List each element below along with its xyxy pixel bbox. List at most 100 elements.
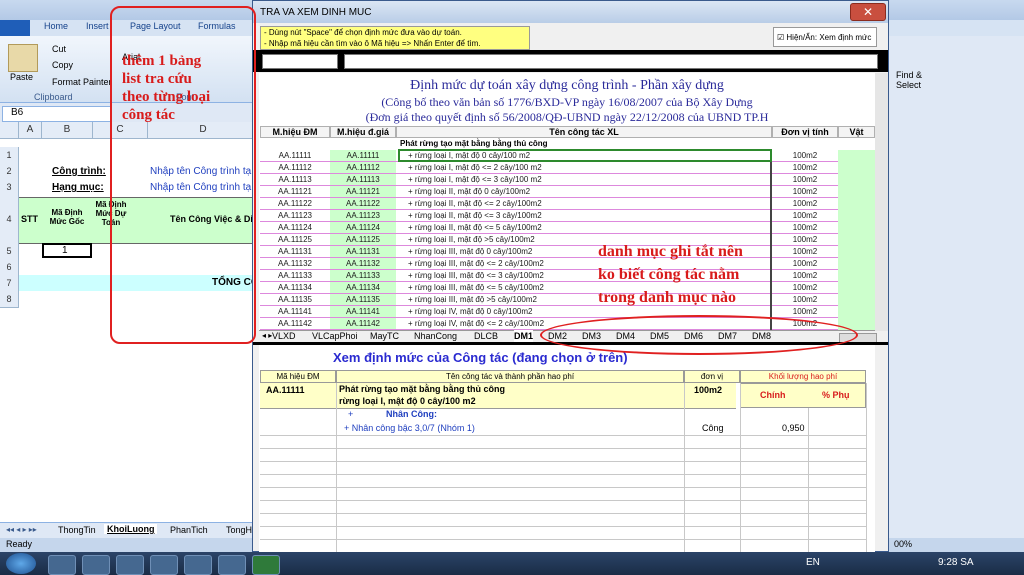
row-price-code[interactable]: AA.11122 bbox=[330, 198, 396, 210]
code-search-input[interactable] bbox=[262, 54, 338, 69]
row-name[interactable]: + rừng loại II, mật độ <= 2 cây/100m2 bbox=[396, 198, 772, 210]
row-code[interactable]: AA.11122 bbox=[260, 198, 330, 210]
skype-icon[interactable] bbox=[150, 555, 178, 575]
row-price-code[interactable]: AA.11142 bbox=[330, 318, 396, 330]
sheet-tab-phantich[interactable]: PhanTich bbox=[170, 525, 208, 535]
row-price-code[interactable]: AA.11121 bbox=[330, 186, 396, 198]
row-code[interactable]: AA.11124 bbox=[260, 222, 330, 234]
sheet-nav-arrows[interactable]: ◂◂ ◂ ▸ ▸▸ bbox=[6, 525, 37, 534]
row-code[interactable]: AA.11123 bbox=[260, 210, 330, 222]
chrome-icon[interactable] bbox=[116, 555, 144, 575]
row-price-code[interactable]: AA.11123 bbox=[330, 210, 396, 222]
close-button[interactable]: ✕ bbox=[850, 3, 886, 21]
office-button[interactable] bbox=[0, 20, 30, 36]
row-price-code[interactable]: AA.11141 bbox=[330, 306, 396, 318]
row-unit[interactable]: 100m2 bbox=[772, 162, 838, 174]
language-indicator[interactable]: EN bbox=[806, 557, 820, 568]
row-header-8[interactable]: 8 bbox=[0, 291, 19, 308]
row-price-code[interactable]: AA.11135 bbox=[330, 294, 396, 306]
row-name[interactable]: + rừng loại II, mật độ 0 cây/100m2 bbox=[396, 186, 772, 198]
row-price-code[interactable]: AA.11134 bbox=[330, 282, 396, 294]
messenger-icon[interactable] bbox=[184, 555, 212, 575]
row-unit[interactable]: 100m2 bbox=[772, 150, 838, 162]
row-unit[interactable]: 100m2 bbox=[772, 270, 838, 282]
tab-nav-arrows[interactable]: ◂ ▸ bbox=[262, 331, 272, 340]
row-unit[interactable]: 100m2 bbox=[772, 186, 838, 198]
row-unit[interactable]: 100m2 bbox=[772, 306, 838, 318]
folder-icon[interactable] bbox=[82, 555, 110, 575]
vertical-scrollbar[interactable] bbox=[875, 73, 888, 331]
row-header-6[interactable]: 6 bbox=[0, 259, 19, 276]
tab-insert[interactable]: Insert bbox=[86, 21, 109, 31]
row-price-code[interactable]: AA.11112 bbox=[330, 162, 396, 174]
sheet-tab-nhancong[interactable]: NhanCong bbox=[414, 330, 457, 342]
zoom-level[interactable]: 00% bbox=[894, 539, 912, 549]
row-code[interactable]: AA.11134 bbox=[260, 282, 330, 294]
row-price-code[interactable]: AA.11124 bbox=[330, 222, 396, 234]
select-all-corner[interactable] bbox=[0, 122, 19, 139]
row-code[interactable]: AA.11135 bbox=[260, 294, 330, 306]
row-code[interactable]: AA.11131 bbox=[260, 246, 330, 258]
row-unit[interactable]: 100m2 bbox=[772, 198, 838, 210]
row-header-1[interactable]: 1 bbox=[0, 147, 19, 164]
hint-box: - Dùng nút "Space" để chọn định mức đưa … bbox=[260, 26, 530, 50]
find-select-button[interactable]: Find & bbox=[896, 70, 922, 80]
row-price-code[interactable]: AA.11133 bbox=[330, 270, 396, 282]
row-unit[interactable]: 100m2 bbox=[772, 294, 838, 306]
sheet-tab-vlxd[interactable]: VLXD bbox=[272, 330, 296, 342]
excel-icon[interactable] bbox=[252, 555, 280, 575]
row-name[interactable]: + rừng loại II, mật độ <= 3 cây/100m2 bbox=[396, 210, 772, 222]
row-code[interactable]: AA.11133 bbox=[260, 270, 330, 282]
tab-home[interactable]: Home bbox=[44, 21, 68, 31]
cut-button[interactable]: Cut bbox=[52, 44, 66, 54]
row-code[interactable]: AA.11141 bbox=[260, 306, 330, 318]
row-unit[interactable]: 100m2 bbox=[772, 222, 838, 234]
row-price-code[interactable]: AA.11113 bbox=[330, 174, 396, 186]
row-header-2[interactable]: 2 bbox=[0, 163, 19, 180]
row-unit[interactable]: 100m2 bbox=[772, 282, 838, 294]
start-button[interactable] bbox=[6, 553, 36, 574]
acrobat-icon[interactable] bbox=[218, 555, 246, 575]
row-code[interactable]: AA.11142 bbox=[260, 318, 330, 330]
copy-button[interactable]: Copy bbox=[52, 60, 73, 70]
row-header-3[interactable]: 3 bbox=[0, 179, 19, 196]
sheet-tab-dm1[interactable]: DM1 bbox=[514, 330, 534, 342]
row-name[interactable]: + rừng loại I, mật độ <= 3 cây/100 m2 bbox=[396, 174, 772, 186]
toggle-view-checkbox[interactable]: ☑ Hiện/Ẩn: Xem định mức bbox=[773, 27, 877, 47]
row-code[interactable]: AA.11111 bbox=[260, 150, 330, 162]
row-code[interactable]: AA.11125 bbox=[260, 234, 330, 246]
name-box[interactable]: B6 bbox=[2, 106, 112, 122]
row-code[interactable]: AA.11121 bbox=[260, 186, 330, 198]
column-header-b[interactable]: B bbox=[42, 122, 93, 139]
row-unit[interactable]: 100m2 bbox=[772, 174, 838, 186]
row-header-7[interactable]: 7 bbox=[0, 275, 19, 292]
row-code[interactable]: AA.11113 bbox=[260, 174, 330, 186]
row-unit[interactable]: 100m2 bbox=[772, 234, 838, 246]
row-header-4[interactable]: 4 bbox=[0, 195, 19, 244]
sheet-tab-dlcb[interactable]: DLCB bbox=[474, 330, 498, 342]
row-price-code[interactable]: AA.11131 bbox=[330, 246, 396, 258]
row-unit[interactable]: 100m2 bbox=[772, 258, 838, 270]
format-painter-button[interactable]: Format Painter bbox=[52, 77, 112, 87]
row-name[interactable]: + rừng loại II, mật độ <= 5 cây/100m2 bbox=[396, 222, 772, 234]
cell-b6-value: 1 bbox=[62, 245, 68, 256]
row-price-code[interactable]: AA.11111 bbox=[330, 150, 396, 162]
row-price-code[interactable]: AA.11125 bbox=[330, 234, 396, 246]
clock[interactable]: 9:28 SA bbox=[938, 557, 974, 568]
column-header-a[interactable]: A bbox=[19, 122, 42, 139]
row-price-code[interactable]: AA.11132 bbox=[330, 258, 396, 270]
row-code[interactable]: AA.11132 bbox=[260, 258, 330, 270]
sheet-tab-khoiluong[interactable]: KhoiLuong bbox=[104, 524, 158, 534]
sheet-tab-tongh[interactable]: TongH bbox=[226, 525, 252, 535]
name-search-input[interactable] bbox=[344, 54, 878, 69]
row-code[interactable]: AA.11112 bbox=[260, 162, 330, 174]
row-unit[interactable]: 100m2 bbox=[772, 246, 838, 258]
sheet-tab-maytc[interactable]: MayTC bbox=[370, 330, 399, 342]
sheet-tab-vlcapphoi[interactable]: VLCapPhoi bbox=[312, 330, 358, 342]
paste-icon[interactable] bbox=[8, 44, 38, 72]
sheet-tab-thongtin[interactable]: ThongTin bbox=[58, 525, 96, 535]
row-unit[interactable]: 100m2 bbox=[772, 210, 838, 222]
row-name[interactable]: + rừng loại I, mật độ <= 2 cây/100 m2 bbox=[396, 162, 772, 174]
row-header-5[interactable]: 5 bbox=[0, 243, 19, 260]
explorer-icon[interactable] bbox=[48, 555, 76, 575]
